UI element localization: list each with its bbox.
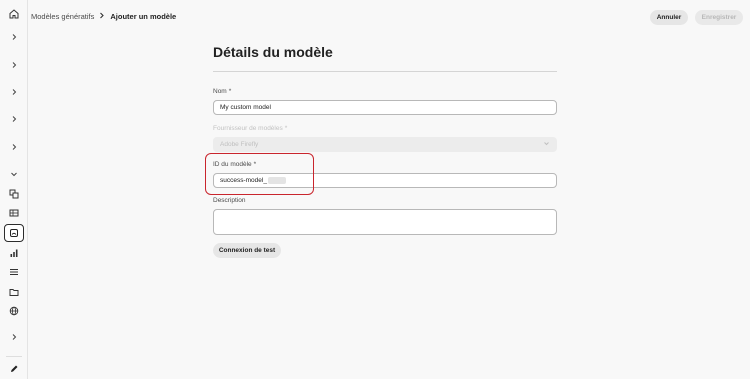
title-divider xyxy=(213,71,557,72)
globe-icon[interactable] xyxy=(4,302,24,320)
breadcrumb-current: Ajouter un modèle xyxy=(110,12,177,21)
list-icon[interactable] xyxy=(4,263,24,281)
page-title: Détails du modèle xyxy=(213,44,333,60)
top-header: Modèles génératifs Ajouter un modèle Ann… xyxy=(28,0,750,34)
home-icon[interactable] xyxy=(4,5,24,23)
pencil-icon[interactable] xyxy=(4,360,24,378)
rail-divider xyxy=(6,356,22,357)
provider-select-value: Adobe Firefly xyxy=(220,141,259,148)
breadcrumb-separator-icon xyxy=(99,12,105,21)
name-input[interactable]: My custom model xyxy=(213,100,557,115)
provider-label: Fournisseur de modèles * xyxy=(213,125,288,132)
save-button[interactable]: Enregistrer xyxy=(695,10,743,25)
provider-select[interactable]: Adobe Firefly xyxy=(213,137,557,152)
breadcrumb-parent-link[interactable]: Modèles génératifs xyxy=(31,12,94,21)
chevron-right-icon[interactable] xyxy=(4,83,24,101)
table-icon[interactable] xyxy=(4,204,24,222)
chevron-right-icon[interactable] xyxy=(4,110,24,128)
test-connection-button[interactable]: Connexion de test xyxy=(213,243,281,258)
highlight-annotation xyxy=(205,153,314,195)
chevron-down-icon[interactable] xyxy=(4,165,24,183)
left-rail xyxy=(0,0,28,379)
bar-chart-icon[interactable] xyxy=(4,244,24,262)
name-input-value: My custom model xyxy=(220,104,271,111)
name-label: Nom * xyxy=(213,88,232,95)
chevron-right-icon[interactable] xyxy=(4,28,24,46)
generative-model-icon[interactable] xyxy=(4,224,24,242)
app: Modèles génératifs Ajouter un modèle Ann… xyxy=(0,0,750,379)
description-label: Description xyxy=(213,197,246,204)
description-textarea[interactable] xyxy=(213,209,557,235)
breadcrumb: Modèles génératifs Ajouter un modèle xyxy=(31,12,176,21)
cancel-button[interactable]: Annuler xyxy=(650,10,688,25)
chevron-down-icon xyxy=(543,140,550,149)
chevron-right-icon[interactable] xyxy=(4,138,24,156)
chevron-right-icon[interactable] xyxy=(4,56,24,74)
chevron-right-icon[interactable] xyxy=(4,328,24,346)
folder-icon[interactable] xyxy=(4,283,24,301)
channels-icon[interactable] xyxy=(4,185,24,203)
